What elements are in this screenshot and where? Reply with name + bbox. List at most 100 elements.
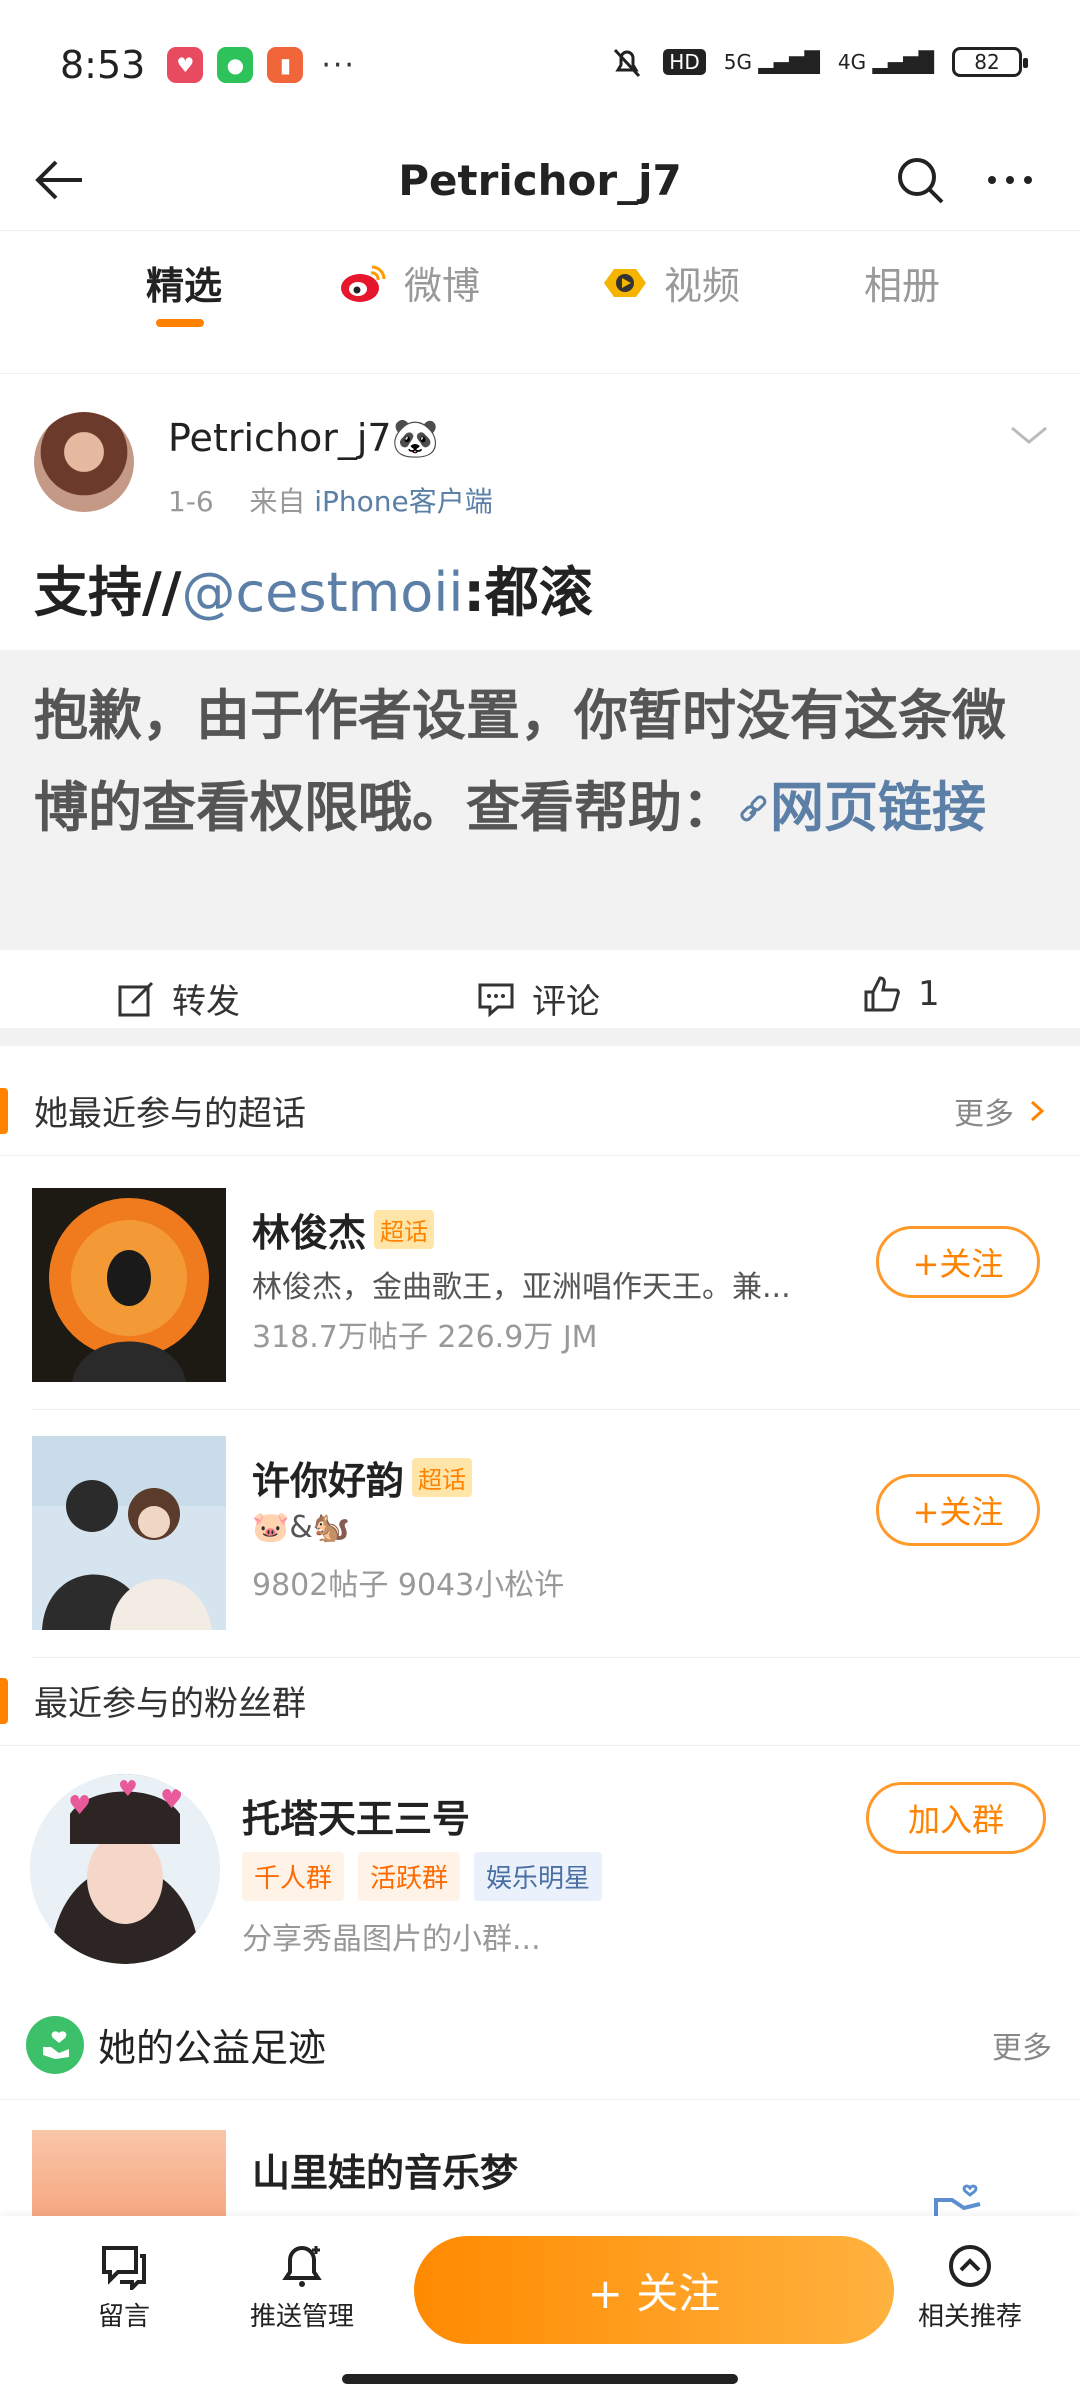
video-channel-icon	[604, 268, 646, 297]
fan-group-item[interactable]: ♥ ♥ ♥ 托塔天王三号 千人群 活跃群 娱乐明星 分享秀晶图片的小群... 加入群	[0, 1748, 1080, 1988]
tab-album-label: 相册	[864, 264, 941, 308]
thumbs-up-icon	[864, 976, 900, 1012]
repost-button[interactable]: 转发	[116, 974, 240, 1023]
search-icon	[898, 158, 944, 204]
topic-description: 🐷&🐿️	[252, 1510, 351, 1545]
back-button[interactable]	[30, 150, 90, 210]
network-5g-label: 5G	[723, 50, 752, 74]
topic-stats: 318.7万帖子 226.9万 JM	[252, 1320, 598, 1355]
charity-title: 她的公益足迹	[98, 2026, 327, 2070]
topic-name-label: 许你好韵	[252, 1459, 405, 1503]
post-date: 1-6	[168, 485, 214, 518]
topic-name: 许你好韵 超话	[252, 1450, 473, 1505]
charity-heart-hand-icon	[26, 2015, 84, 2074]
profile-tabs: 精选 微博 视频 相册	[0, 230, 1080, 340]
svg-text:♥: ♥	[118, 1777, 138, 1802]
app-notification-icon: ♥	[167, 47, 204, 83]
group-tags: 千人群 活跃群 娱乐明星	[242, 1852, 603, 1901]
message-button[interactable]: 留言	[54, 2242, 194, 2333]
status-time: 8:53	[60, 43, 146, 87]
more-options-button[interactable]	[980, 150, 1040, 210]
back-arrow-icon	[35, 160, 82, 200]
tab-album[interactable]: 相册	[864, 255, 940, 310]
charity-project-name: 山里娃的音乐梦	[252, 2151, 519, 2195]
related-recommend-button[interactable]: 相关推荐	[900, 2242, 1040, 2333]
mention-link[interactable]: @cestmoii	[181, 561, 463, 624]
tab-featured[interactable]: 精选	[146, 255, 222, 310]
topic-cover-image	[32, 1188, 226, 1382]
bottom-action-bar: 留言 推送管理 + 关注 相关推荐	[0, 2216, 1080, 2400]
chevron-down-icon	[1011, 426, 1047, 444]
tab-video-label: 视频	[664, 264, 741, 308]
super-topic-item[interactable]: 许你好韵 超话 🐷&🐿️ 9802帖子 9043小松许 +关注	[0, 1410, 1080, 1658]
author-emoji: 🐼	[391, 416, 439, 460]
signal-4g: 4G ▂▄▆█	[837, 50, 934, 74]
super-topic-item[interactable]: 林俊杰 超话 林俊杰，金曲歌王，亚洲唱作天王。兼... 318.7万帖子 226.…	[0, 1162, 1080, 1410]
weibo-logo-icon	[341, 265, 386, 302]
super-topics-header: 她最近参与的超话 更多	[0, 1066, 1080, 1156]
comment-button[interactable]: 评论	[476, 974, 600, 1023]
web-link[interactable]: 网页链接	[736, 776, 986, 839]
push-settings-label: 推送管理	[249, 2302, 354, 2332]
related-recommend-label: 相关推荐	[917, 2302, 1022, 2332]
nav-bar: Petrichor_j7	[0, 130, 1080, 230]
active-tab-indicator	[156, 319, 204, 327]
follow-user-button[interactable]: + 关注	[414, 2236, 894, 2344]
comment-icon	[478, 983, 514, 1017]
post-header: Petrichor_j7🐼 1-6 来自 iPhone客户端	[34, 400, 1054, 530]
group-tag: 活跃群	[358, 1852, 461, 1901]
charity-more-button[interactable]: 更多	[992, 2023, 1052, 2067]
charity-item[interactable]: 山里娃的音乐梦	[0, 2126, 1080, 2216]
post-device[interactable]: iPhone客户端	[314, 485, 493, 518]
post-author[interactable]: Petrichor_j7🐼	[168, 416, 439, 461]
group-tag: 娱乐明星	[474, 1852, 603, 1901]
tab-weibo-label: 微博	[404, 264, 481, 308]
chevron-right-icon	[1030, 1100, 1045, 1121]
fan-groups-title: 最近参与的粉丝群	[34, 1684, 306, 1724]
fan-groups-header: 最近参与的粉丝群	[0, 1656, 1080, 1746]
post-options-button[interactable]	[1004, 416, 1054, 456]
tab-video[interactable]: 视频	[600, 255, 740, 310]
repost-unavailable-box: 抱歉，由于作者设置，你暂时没有这条微博的查看权限哦。查看帮助： 网页链接	[0, 650, 1080, 950]
comment-label: 评论	[532, 982, 600, 1022]
search-button[interactable]	[890, 150, 950, 210]
repost-label: 转发	[172, 982, 240, 1022]
bell-icon	[282, 2246, 322, 2287]
super-topics-more-button[interactable]: 更多	[954, 1089, 1052, 1133]
chevron-up-circle-icon	[949, 2245, 991, 2287]
follow-topic-button[interactable]: +关注	[876, 1474, 1040, 1546]
fan-groups-section: 最近参与的粉丝群	[0, 1656, 1080, 1746]
collapsed-header-strip	[0, 340, 1080, 374]
message-icon	[102, 2246, 146, 2290]
charity-header: 她的公益足迹 更多	[0, 1990, 1080, 2100]
charity-cover-image	[32, 2130, 226, 2216]
author-avatar[interactable]	[34, 412, 134, 512]
push-settings-button[interactable]: 推送管理	[232, 2242, 372, 2333]
mute-bell-icon	[614, 48, 641, 78]
like-button[interactable]: 1	[862, 974, 940, 1014]
follow-topic-button[interactable]: +关注	[876, 1226, 1040, 1298]
topic-stats: 9802帖子 9043小松许	[252, 1568, 565, 1603]
home-indicator[interactable]	[342, 2374, 738, 2384]
post-actions: 转发 评论 1	[0, 950, 1080, 1046]
group-description: 分享秀晶图片的小群...	[242, 1922, 541, 1957]
super-topics-title: 她最近参与的超话	[34, 1094, 306, 1134]
app-notification-icon-2: ▮	[267, 47, 304, 83]
signal-5g: 5G ▂▄▆█	[723, 50, 820, 74]
tab-weibo[interactable]: 微博	[338, 255, 480, 310]
post-text-prefix: 支持//	[34, 561, 182, 624]
donate-hand-icon	[934, 2184, 981, 2216]
status-bar: 8:53 ♥ ● ▮ ··· HD 5G ▂▄▆█ 4G ▂▄▆█ 82	[0, 0, 1080, 130]
group-tag: 千人群	[242, 1852, 345, 1901]
hd-indicator: HD	[663, 49, 706, 75]
join-group-button[interactable]: 加入群	[866, 1782, 1046, 1854]
post-meta: 1-6 来自 iPhone客户端	[168, 480, 493, 520]
repost-icon	[118, 981, 154, 1016]
post-author-name: Petrichor_j7	[168, 416, 392, 460]
like-count: 1	[918, 974, 940, 1014]
group-avatar: ♥ ♥ ♥	[30, 1774, 220, 1964]
page-title: Petrichor_j7	[398, 155, 682, 205]
svg-text:♥: ♥	[160, 1785, 183, 1815]
topic-description: 林俊杰，金曲歌王，亚洲唱作天王。兼...	[252, 1270, 791, 1305]
super-topic-tag: 超话	[374, 1210, 435, 1249]
